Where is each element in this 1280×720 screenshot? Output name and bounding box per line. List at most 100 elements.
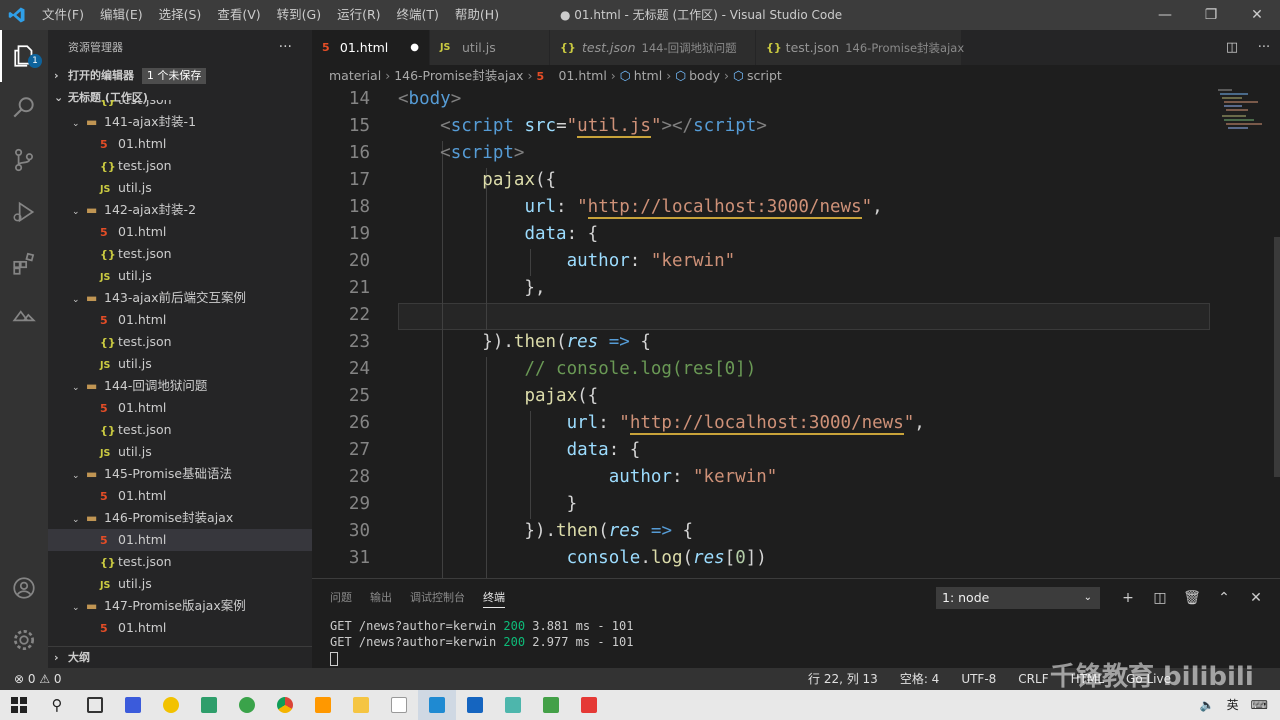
file-item[interactable]: JS util.js <box>48 441 312 463</box>
code-line[interactable]: <script> <box>398 143 524 163</box>
folder-item[interactable]: ⌄ ▬ 147-Promise版ajax案例 <box>48 595 312 617</box>
new-terminal-icon[interactable]: + <box>1112 587 1144 609</box>
encoding-status[interactable]: UTF-8 <box>961 668 996 690</box>
remote-activity[interactable] <box>0 290 48 342</box>
explorer-activity[interactable]: 1 <box>0 30 48 82</box>
file-item[interactable]: JS util.js <box>48 353 312 375</box>
menu-item[interactable]: 帮助(H) <box>447 0 507 30</box>
file-item[interactable]: 5 01.html <box>48 133 312 155</box>
chrome-button[interactable] <box>266 690 304 720</box>
menu-item[interactable]: 终端(T) <box>389 0 447 30</box>
file-item[interactable]: JS util.js <box>48 177 312 199</box>
indentation-status[interactable]: 空格: 4 <box>900 668 940 690</box>
code-line[interactable]: author: "kerwin" <box>398 467 778 487</box>
folder-item[interactable]: ⌄ ▬ 146-Promise封装ajax <box>48 507 312 529</box>
speaker-icon[interactable]: 🔈 <box>1200 690 1215 720</box>
code-line[interactable]: } <box>398 494 578 514</box>
code-line[interactable]: }, <box>398 278 545 298</box>
menu-item[interactable]: 查看(V) <box>209 0 268 30</box>
app-p-button[interactable] <box>114 690 152 720</box>
code-line[interactable]: data: { <box>398 440 641 460</box>
file-item[interactable]: 5 01.html <box>48 397 312 419</box>
sublime-button[interactable] <box>304 690 342 720</box>
file-item[interactable]: 5 01.html <box>48 617 312 639</box>
menu-item[interactable]: 转到(G) <box>269 0 329 30</box>
code-line[interactable]: data: { <box>398 224 598 244</box>
file-item[interactable]: 5 01.html <box>48 485 312 507</box>
editor-tab[interactable]: {} test.json 144-回调地狱问题 <box>550 30 756 65</box>
menu-item[interactable]: 编辑(E) <box>92 0 151 30</box>
code-line[interactable]: pajax({ <box>398 170 556 190</box>
problems-status[interactable]: ⊗ 0 ⚠ 0 <box>14 668 62 690</box>
source-control-activity[interactable] <box>0 134 48 186</box>
ime-indicator[interactable]: 英 <box>1227 690 1239 720</box>
app-c-green-button[interactable] <box>532 690 570 720</box>
folder-item[interactable]: ⌄ ▬ 144-回调地狱问题 <box>48 375 312 397</box>
code-line[interactable]: // console.log(res[0]) <box>398 359 756 379</box>
more-actions-icon[interactable]: ··· <box>279 30 292 65</box>
code-line[interactable]: }).then(res => { <box>398 521 693 541</box>
eol-status[interactable]: CRLF <box>1018 668 1048 690</box>
panel-tab[interactable]: 调试控制台 <box>410 579 465 617</box>
panel-tab[interactable]: 输出 <box>370 579 392 617</box>
cursor-position[interactable]: 行 22, 列 13 <box>808 668 878 690</box>
typora-button[interactable] <box>380 690 418 720</box>
keyboard-icon[interactable]: ⌨ <box>1251 690 1268 720</box>
file-item[interactable]: {}test.json <box>48 419 312 441</box>
file-item[interactable]: {}test.json <box>48 155 312 177</box>
code-line[interactable]: <body> <box>398 89 461 109</box>
breadcrumb-item[interactable]: html <box>634 68 662 83</box>
breadcrumb-item[interactable]: 146-Promise封装ajax <box>394 68 523 83</box>
run-debug-activity[interactable] <box>0 186 48 238</box>
folder-item[interactable]: ⌄ ▬ 143-ajax前后端交互案例 <box>48 287 312 309</box>
breadcrumb-item[interactable]: 01.html <box>558 68 606 83</box>
terminal-prompt[interactable] <box>330 650 633 666</box>
minimize-icon[interactable]: — <box>1142 0 1188 30</box>
code-line[interactable]: url: "http://localhost:3000/news", <box>398 197 883 219</box>
split-terminal-icon[interactable]: ◫ <box>1144 587 1176 609</box>
file-item[interactable]: 5 01.html <box>48 529 312 551</box>
file-item[interactable]: JS util.js <box>48 573 312 595</box>
app-c-red-button[interactable] <box>570 690 608 720</box>
editor-tab[interactable]: {} test.json 146-Promise封装ajax <box>756 30 964 65</box>
folder-item[interactable]: ⌄ ▬ 142-ajax封装-2 <box>48 199 312 221</box>
folder-item[interactable]: ⌄ ▬ 141-ajax封装-1 <box>48 111 312 133</box>
close-icon[interactable]: ✕ <box>1234 0 1280 30</box>
code-line[interactable]: url: "http://localhost:3000/news", <box>398 413 925 435</box>
app-green-button[interactable] <box>190 690 228 720</box>
vertical-scrollbar[interactable] <box>1274 237 1280 477</box>
close-panel-icon[interactable]: ✕ <box>1240 587 1272 609</box>
file-item[interactable]: {}test.json <box>48 331 312 353</box>
maximize-panel-icon[interactable]: ⌃ <box>1208 587 1240 609</box>
app-yellow-button[interactable] <box>152 690 190 720</box>
editor-tab[interactable]: JS util.js <box>430 30 550 65</box>
outline-section[interactable]: › 大纲 <box>48 646 312 668</box>
code-line[interactable]: }).then(res => { <box>398 332 651 352</box>
code-line[interactable]: author: "kerwin" <box>398 251 736 271</box>
folder-item[interactable]: ⌄ ▬ 145-Promise基础语法 <box>48 463 312 485</box>
trash-icon[interactable]: 🗑 <box>1176 587 1208 609</box>
breadcrumb-item[interactable]: script <box>747 68 782 83</box>
folder-button[interactable] <box>342 690 380 720</box>
task-view-button[interactable] <box>76 690 114 720</box>
search-activity[interactable] <box>0 82 48 134</box>
menu-item[interactable]: 选择(S) <box>151 0 210 30</box>
code-line[interactable]: pajax({ <box>398 386 598 406</box>
app-tree-button[interactable] <box>228 690 266 720</box>
menu-item[interactable]: 文件(F) <box>34 0 92 30</box>
unsaved-dot-icon[interactable]: ● <box>410 42 419 53</box>
more-actions-icon[interactable]: ··· <box>1248 30 1280 65</box>
panel-tab[interactable]: 终端 <box>483 589 505 608</box>
terminal-select[interactable]: 1: node ⌄ <box>936 587 1100 609</box>
code-line[interactable]: <script src="util.js"></script> <box>398 116 767 138</box>
file-item[interactable]: {}test.json <box>48 551 312 573</box>
file-item[interactable]: 5 01.html <box>48 221 312 243</box>
search-taskbar-button[interactable]: ⚲ <box>38 690 76 720</box>
manage-activity[interactable] <box>0 614 48 666</box>
breadcrumb-item[interactable]: body <box>689 68 720 83</box>
code-line[interactable]: console.log(res[0]) <box>398 548 767 568</box>
menu-item[interactable]: 运行(R) <box>329 0 388 30</box>
app-mint-button[interactable] <box>494 690 532 720</box>
vscode-taskbar-button[interactable] <box>418 690 456 720</box>
start-button[interactable] <box>0 690 38 720</box>
